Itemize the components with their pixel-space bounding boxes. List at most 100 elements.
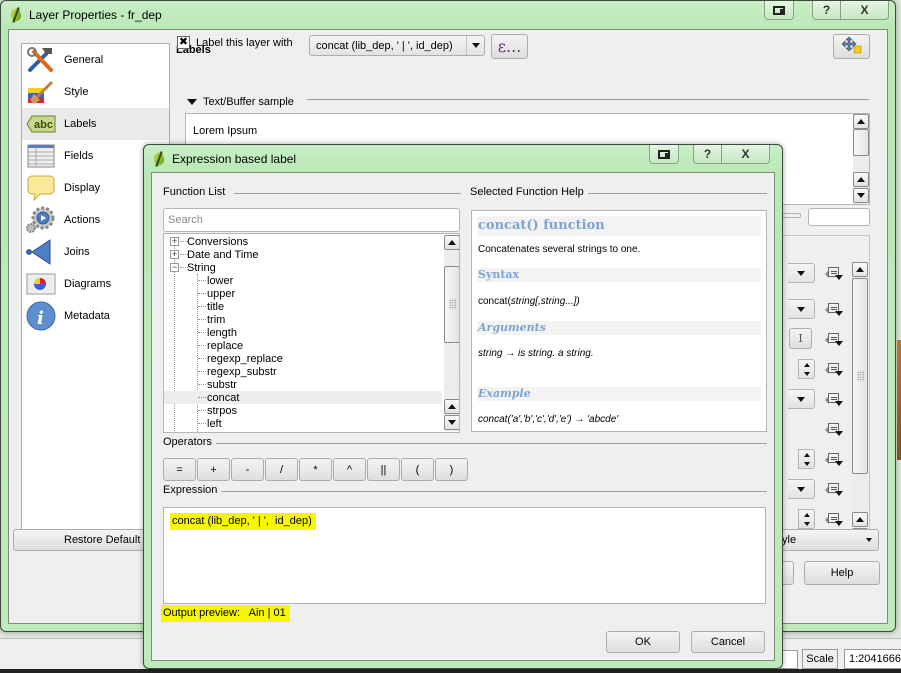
scroll-up-button[interactable] xyxy=(853,114,869,129)
operator-close-paren-button[interactable]: ) xyxy=(435,458,468,481)
operator-plus-button[interactable]: + xyxy=(197,458,230,481)
ok-button[interactable]: OK xyxy=(606,631,680,653)
function-item-label: upper xyxy=(207,287,236,300)
expression-dialog-body: Function List Search + Conversions + Date a… xyxy=(151,172,775,661)
function-item-label: strpos xyxy=(207,404,237,417)
move-label-button[interactable] xyxy=(833,34,870,59)
scroll-up-button[interactable] xyxy=(444,235,459,250)
operator-multiply-button[interactable]: * xyxy=(299,458,332,481)
setting-spinbox[interactable] xyxy=(798,359,815,379)
help-caption-button[interactable]: ? xyxy=(812,1,841,20)
scroll-down-button[interactable] xyxy=(853,188,869,203)
function-item[interactable]: replace xyxy=(164,339,442,352)
tree-group-conversions[interactable]: + Conversions xyxy=(164,235,442,248)
sidebar-item-style[interactable]: Style xyxy=(22,76,169,108)
setting-spinbox[interactable] xyxy=(798,509,815,529)
operator-open-paren-button[interactable]: ( xyxy=(401,458,434,481)
close-icon: X xyxy=(741,147,750,161)
help-description: Concatenates several strings to one. xyxy=(478,244,641,255)
label-layer-checkbox[interactable]: ✖ xyxy=(177,36,190,49)
function-item[interactable]: regexp_substr xyxy=(164,365,442,378)
tree-group-string[interactable]: − String xyxy=(164,261,442,274)
scroll-up-button[interactable] xyxy=(852,512,868,527)
window-title: Layer Properties - fr_dep xyxy=(29,8,162,22)
setting-spinbox[interactable] xyxy=(798,449,815,469)
function-item-label: left xyxy=(207,417,222,430)
scroll-thumb[interactable] xyxy=(852,278,868,474)
setting-combo[interactable] xyxy=(788,389,815,409)
function-item[interactable]: regexp_replace xyxy=(164,352,442,365)
tree-guide-line xyxy=(198,371,206,372)
expand-icon[interactable]: + xyxy=(170,250,179,259)
expression-editor[interactable]: concat (lib_dep, ' | ', id_dep) xyxy=(163,507,766,604)
tree-group-date-and-time[interactable]: + Date and Time xyxy=(164,248,442,261)
data-defined-override-button[interactable] xyxy=(819,449,848,470)
data-defined-override-button[interactable] xyxy=(819,479,848,500)
data-defined-override-button[interactable] xyxy=(819,509,848,530)
sidebar-item-general[interactable]: General xyxy=(22,44,169,76)
function-item[interactable]: left xyxy=(164,417,442,430)
data-defined-icon xyxy=(824,303,843,316)
text-buffer-sample-header[interactable]: Text/Buffer sample xyxy=(187,96,294,108)
help-caption-button[interactable]: ? xyxy=(693,145,722,164)
tree-guide-line xyxy=(198,358,206,359)
function-tree: + Conversions + Date and Time − String lower up… xyxy=(163,233,460,433)
text-cursor-button[interactable]: I xyxy=(789,328,812,349)
operator-equals-button[interactable]: = xyxy=(163,458,196,481)
function-item[interactable]: concat xyxy=(164,391,442,404)
dialog-titlebar: Expression based label xyxy=(152,149,296,169)
table-icon xyxy=(26,142,56,170)
scroll-thumb[interactable] xyxy=(444,266,459,343)
setting-combo[interactable] xyxy=(788,299,815,319)
function-search-input[interactable]: Search xyxy=(163,208,460,232)
collapse-icon[interactable]: − xyxy=(170,263,179,272)
operator-power-button[interactable]: ^ xyxy=(333,458,366,481)
operator-concat-button[interactable]: || xyxy=(367,458,400,481)
window-caption-buttons: ? X xyxy=(764,1,889,20)
restore-window-button[interactable] xyxy=(649,145,679,164)
setting-combo[interactable] xyxy=(788,263,815,283)
divider xyxy=(234,193,461,194)
scroll-up-button[interactable] xyxy=(852,262,868,277)
settings-scrollbar[interactable] xyxy=(852,262,868,544)
expression-button[interactable]: ε... xyxy=(491,34,528,59)
tree-guide-line xyxy=(198,293,206,294)
function-item[interactable]: length xyxy=(164,326,442,339)
expression-text: concat (lib_dep, ' | ', id_dep) xyxy=(170,513,316,530)
function-item[interactable]: trim xyxy=(164,313,442,326)
data-defined-override-button[interactable] xyxy=(819,263,848,284)
operator-divide-button[interactable]: / xyxy=(265,458,298,481)
setting-combo[interactable] xyxy=(788,479,815,499)
sample-scrollbar[interactable] xyxy=(853,114,869,204)
data-defined-override-button[interactable] xyxy=(819,299,848,320)
scroll-thumb[interactable] xyxy=(853,129,869,156)
function-item[interactable]: strpos xyxy=(164,404,442,417)
dialog-caption-buttons: ? X xyxy=(649,145,770,164)
sidebar-item-labels[interactable]: abc Labels xyxy=(22,108,169,140)
help-button[interactable]: Help xyxy=(804,561,880,585)
close-dialog-button[interactable]: X xyxy=(722,145,770,164)
function-tree-scrollbar[interactable] xyxy=(444,235,459,431)
label-field-combo[interactable]: concat (lib_dep, ' | ', id_dep) xyxy=(309,35,485,56)
divider xyxy=(307,99,869,100)
operator-minus-button[interactable]: - xyxy=(231,458,264,481)
expand-icon[interactable]: + xyxy=(170,237,179,246)
function-item[interactable]: title xyxy=(164,300,442,313)
restore-window-button[interactable] xyxy=(764,1,794,20)
scroll-up-button[interactable] xyxy=(444,399,459,414)
scale-input[interactable]: 1:2041666 xyxy=(844,649,901,669)
sample-background-input[interactable] xyxy=(808,208,870,226)
data-defined-override-button[interactable] xyxy=(819,389,848,410)
sample-zoom-slider[interactable] xyxy=(781,213,801,218)
function-item[interactable]: substr xyxy=(164,378,442,391)
tree-guide-line xyxy=(198,397,206,398)
cancel-button[interactable]: Cancel xyxy=(691,631,765,653)
close-window-button[interactable]: X xyxy=(841,1,889,20)
data-defined-override-button[interactable] xyxy=(819,359,848,380)
function-item[interactable]: upper xyxy=(164,287,442,300)
function-item[interactable]: lower xyxy=(164,274,442,287)
data-defined-override-button[interactable] xyxy=(819,329,848,350)
scroll-down-button[interactable] xyxy=(444,415,459,430)
data-defined-override-button[interactable] xyxy=(819,419,848,440)
scroll-up-button[interactable] xyxy=(853,172,869,187)
